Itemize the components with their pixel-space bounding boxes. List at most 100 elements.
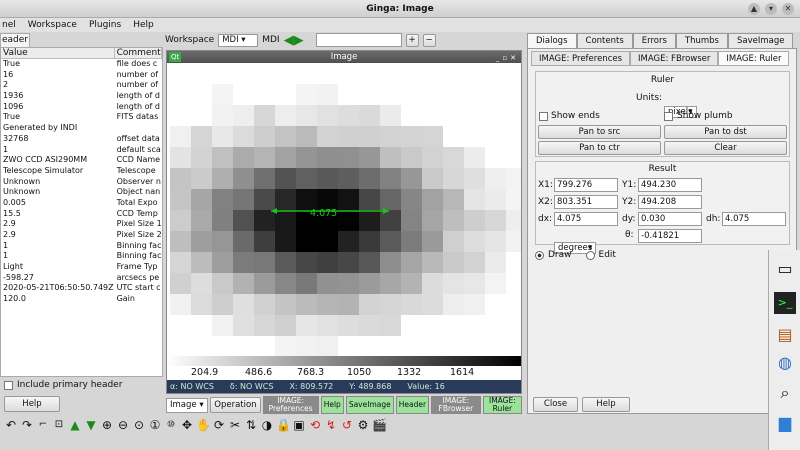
close-window-button[interactable]: ✕ xyxy=(782,3,794,15)
zoom-fit-icon[interactable]: ⊙ xyxy=(132,418,146,432)
menu-workspace[interactable]: Workspace xyxy=(28,18,77,32)
remove-channel-icon[interactable]: − xyxy=(422,33,436,47)
right-tab[interactable]: SaveImage xyxy=(727,33,794,48)
plugin-subtab[interactable]: IMAGE: Preferences xyxy=(531,51,631,66)
contrast-icon[interactable]: ◑ xyxy=(260,418,274,432)
table-row[interactable]: 120.0 Gain xyxy=(1,294,162,305)
channel-input[interactable] xyxy=(315,33,402,47)
y2-field[interactable]: 494.208 xyxy=(638,195,702,209)
dy-field[interactable]: 0.030 xyxy=(638,212,702,226)
table-row[interactable]: True file does c xyxy=(1,59,162,70)
table-row[interactable]: 16 number of xyxy=(1,70,162,81)
plugin-tab[interactable]: SaveImage xyxy=(345,396,394,414)
table-row[interactable]: 2 number of xyxy=(1,80,162,91)
reset-colormap-icon[interactable]: ↺ xyxy=(340,418,354,432)
mode-select[interactable]: Image ▾ xyxy=(166,397,209,413)
theta-field[interactable]: -0.41821 xyxy=(638,229,702,243)
arrow-left-icon[interactable]: ◀ xyxy=(284,33,294,48)
table-row[interactable]: True FITS datas xyxy=(1,112,162,123)
table-row[interactable]: ZWO CCD ASI290MM CCD Name xyxy=(1,155,162,166)
move-icon[interactable]: ✥ xyxy=(180,418,194,432)
cut-icon[interactable]: ✂ xyxy=(228,418,242,432)
table-row[interactable]: 1936 length of d xyxy=(1,91,162,102)
right-tab[interactable]: Contents xyxy=(576,33,633,48)
table-row[interactable]: 2.9 Pixel Size 1 xyxy=(1,219,162,230)
arrow-right-icon[interactable]: ▶ xyxy=(294,33,304,48)
image-canvas[interactable]: 4.075 xyxy=(167,63,521,366)
minimize-button[interactable]: ▾ xyxy=(765,3,777,15)
undo-icon[interactable]: ↶ xyxy=(4,418,18,432)
colorbar[interactable] xyxy=(167,356,521,366)
fit-icon[interactable]: ⌐ xyxy=(36,418,50,432)
right-tab[interactable]: Errors xyxy=(632,33,676,48)
dx-field[interactable]: 4.075 xyxy=(554,212,618,226)
table-row[interactable]: 1 Binning fac xyxy=(1,241,162,252)
zoom-out-icon[interactable]: ⊖ xyxy=(116,418,130,432)
redo-icon[interactable]: ↷ xyxy=(20,418,34,432)
operation-button[interactable]: Operation xyxy=(210,397,261,413)
flip-down-icon[interactable]: ▼ xyxy=(84,418,98,432)
table-row[interactable]: Light Frame Typ xyxy=(1,262,162,273)
include-primary-checkbox[interactable] xyxy=(4,380,13,390)
column-value[interactable]: Value xyxy=(1,48,115,58)
column-comment[interactable]: Comment xyxy=(115,48,162,58)
right-tab[interactable]: Thumbs xyxy=(675,33,728,48)
x1-field[interactable]: 799.276 xyxy=(554,178,618,192)
plugin-tab[interactable]: Header xyxy=(395,396,430,414)
lock-icon[interactable]: 🔒 xyxy=(276,418,291,432)
table-row[interactable]: Telescope Simulator Telescope xyxy=(1,166,162,177)
x2-field[interactable]: 803.351 xyxy=(554,195,618,209)
dh-field[interactable]: 4.075 xyxy=(722,212,786,226)
tab-header[interactable]: eader xyxy=(0,33,30,47)
cuts-icon[interactable]: ⇅ xyxy=(244,418,258,432)
maximize-button[interactable]: ▲ xyxy=(748,3,760,15)
menu-plugins[interactable]: Plugins xyxy=(89,18,121,32)
pan-to-dst-button[interactable]: Pan to dst xyxy=(664,125,787,139)
draw-radio[interactable] xyxy=(535,250,544,260)
crop-icon[interactable]: ⊡ xyxy=(52,418,66,432)
flip-up-icon[interactable]: ▲ xyxy=(68,418,82,432)
reset-rotation-icon[interactable]: ⟲ xyxy=(308,418,322,432)
header-help-button[interactable]: Help xyxy=(4,396,60,412)
search-icon[interactable]: ⌕ xyxy=(774,382,796,404)
table-row[interactable]: 15.5 CCD Temp xyxy=(1,209,162,220)
show-ends-checkbox[interactable] xyxy=(539,112,548,121)
table-row[interactable]: 2.9 Pixel Size 2 xyxy=(1,230,162,241)
ruler-help-button[interactable]: Help xyxy=(582,397,630,412)
plugin-subtab[interactable]: IMAGE: FBrowser xyxy=(630,51,719,66)
browser-icon[interactable]: ◍ xyxy=(774,352,796,374)
pan-hand-icon[interactable]: ✋ xyxy=(196,418,211,432)
table-row[interactable]: 1096 length of d xyxy=(1,102,162,113)
table-row[interactable]: Generated by INDI xyxy=(1,123,162,134)
zoom-100-icon[interactable]: ⑩ xyxy=(164,418,178,432)
zoom-in-icon[interactable]: ⊕ xyxy=(100,418,114,432)
y1-field[interactable]: 494.230 xyxy=(638,178,702,192)
image-window-titlebar[interactable]: Qt Image _▫✕ xyxy=(167,51,521,63)
menu-help[interactable]: Help xyxy=(133,18,154,32)
add-channel-icon[interactable]: + xyxy=(405,33,419,47)
table-row[interactable]: -598.27 arcsecs pe xyxy=(1,273,162,284)
reset-cuts-icon[interactable]: ↯ xyxy=(324,418,338,432)
plugin-tab[interactable]: IMAGE: Ruler xyxy=(482,396,522,414)
clear-button[interactable]: Clear xyxy=(664,141,787,155)
menu-channel[interactable]: nel xyxy=(2,18,16,32)
notes-icon[interactable]: ▤ xyxy=(774,324,796,346)
plugin-tab[interactable]: IMAGE: FBrowser xyxy=(431,396,481,414)
table-row[interactable]: 2020-05-21T06:50:50.749Z UTC start c xyxy=(1,283,162,294)
clapper-icon[interactable]: 🎬 xyxy=(372,418,387,432)
draw-icon[interactable]: ▣ xyxy=(292,418,306,432)
drive-icon[interactable]: ▭ xyxy=(774,258,796,280)
workspace-select[interactable]: MDI ▾ xyxy=(218,33,259,47)
plugin-tab[interactable]: Help xyxy=(320,396,344,414)
settings-gear-icon[interactable]: ⚙ xyxy=(356,418,370,432)
table-row[interactable]: 0.005 Total Expo xyxy=(1,198,162,209)
rotate-icon[interactable]: ⟳ xyxy=(212,418,226,432)
close-button[interactable]: Close xyxy=(533,397,578,412)
plugin-tab[interactable]: IMAGE: Preferences xyxy=(262,396,319,414)
table-row[interactable]: 32768 offset data xyxy=(1,134,162,145)
folder-icon[interactable]: ▆ xyxy=(774,412,796,434)
table-row[interactable]: Unknown Object nan xyxy=(1,187,162,198)
zoom-1-icon[interactable]: ① xyxy=(148,418,162,432)
right-tab[interactable]: Dialogs xyxy=(527,33,577,48)
terminal-icon[interactable]: >_ xyxy=(774,292,796,314)
